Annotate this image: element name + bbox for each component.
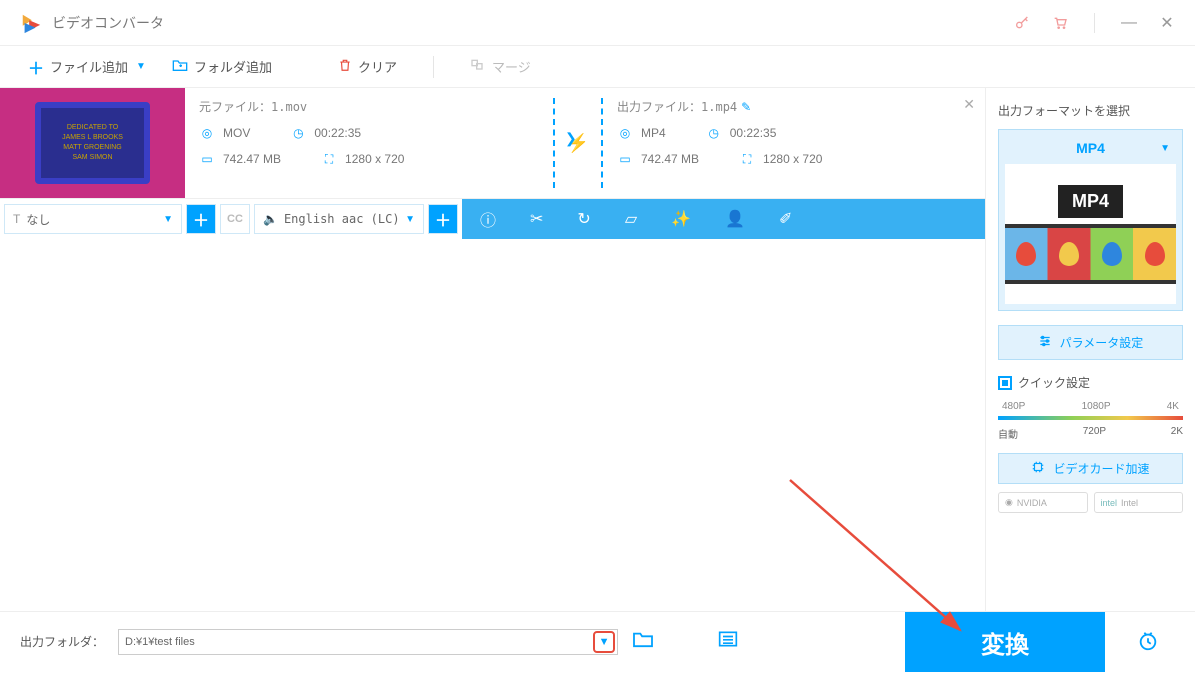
selected-format: MP4 xyxy=(1076,140,1105,156)
convert-arrow: ❯ ⚡ xyxy=(553,98,603,188)
remove-file-button[interactable]: ✕ xyxy=(963,96,975,113)
output-resolution: 1280 x 720 xyxy=(763,152,822,166)
sliders-icon xyxy=(1038,334,1052,351)
parameter-settings-button[interactable]: パラメータ設定 xyxy=(998,325,1183,360)
audio-dropdown[interactable]: 🔈 English aac (LC) ▼ xyxy=(254,204,424,234)
merge-button[interactable]: マージ xyxy=(462,53,539,80)
dimensions-icon: ⛶ xyxy=(739,151,755,167)
audio-value: English aac (LC) xyxy=(284,212,400,226)
source-duration: 00:22:35 xyxy=(314,126,361,140)
rotate-icon[interactable]: ↻ xyxy=(577,209,590,229)
merge-label: マージ xyxy=(492,57,531,76)
text-icon: T xyxy=(13,212,20,226)
folder-icon: ▭ xyxy=(199,151,215,167)
output-size: 742.47 MB xyxy=(641,152,699,166)
crop-icon[interactable]: ▱ xyxy=(625,209,637,229)
clock-icon: ◷ xyxy=(706,125,722,141)
output-duration: 00:22:35 xyxy=(730,126,777,140)
edit-tool-strip: ⓘ ✂ ↻ ▱ ✨ 👤 ✐ xyxy=(462,199,985,239)
chip-icon xyxy=(1031,460,1045,477)
format-preview: MP4 xyxy=(1005,164,1176,304)
intel-badge: intelIntel xyxy=(1094,492,1184,513)
output-format: MP4 xyxy=(641,126,666,140)
add-folder-label: フォルダ追加 xyxy=(194,57,272,76)
clock-icon: ◷ xyxy=(290,125,306,141)
add-file-button[interactable]: ＋ ファイル追加 ▼ xyxy=(20,51,154,83)
dimensions-icon: ⛶ xyxy=(321,151,337,167)
speaker-icon: 🔈 xyxy=(263,212,278,226)
close-button[interactable]: ✕ xyxy=(1159,15,1175,31)
parameter-settings-label: パラメータ設定 xyxy=(1060,334,1144,351)
chevron-down-icon: ▼ xyxy=(163,214,173,225)
cart-icon[interactable] xyxy=(1052,15,1068,31)
chevron-down-icon: ▼ xyxy=(1160,143,1170,154)
app-logo-icon xyxy=(20,12,42,34)
output-folder-field[interactable]: D:¥1¥test files ▼ xyxy=(118,629,618,655)
watermark-icon[interactable]: 👤 xyxy=(725,209,745,229)
resolution-scale-top: 480P 1080P 4K xyxy=(998,401,1183,412)
resolution-scale-bottom: 自動 720P 2K xyxy=(998,426,1183,441)
subtitle-edit-icon[interactable]: ✐ xyxy=(779,209,792,229)
output-folder-value: D:¥1¥test files xyxy=(125,636,195,648)
clear-button[interactable]: クリア xyxy=(330,53,405,80)
open-folder-button[interactable] xyxy=(632,630,654,653)
list-view-button[interactable] xyxy=(718,630,738,653)
add-audio-button[interactable]: ＋ xyxy=(428,204,458,234)
add-subtitle-button[interactable]: ＋ xyxy=(186,204,216,234)
merge-icon xyxy=(470,58,486,75)
convert-label: 変換 xyxy=(981,625,1029,660)
minimize-button[interactable]: — xyxy=(1121,15,1137,31)
trash-icon xyxy=(338,58,352,75)
output-folder-dropdown[interactable]: ▼ xyxy=(593,631,615,653)
output-format-card[interactable]: MP4 ▼ MP4 xyxy=(998,129,1183,311)
file-item: DEDICATED TO JAMES L BROOKS MATT GROENIN… xyxy=(0,88,985,199)
clear-label: クリア xyxy=(358,57,397,76)
thumbnail-text: DEDICATED TO JAMES L BROOKS MATT GROENIN… xyxy=(62,123,123,162)
nvidia-badge: ◉NVIDIA xyxy=(998,492,1088,513)
quick-settings-label: クイック設定 xyxy=(1018,374,1090,391)
schedule-button[interactable] xyxy=(1137,630,1159,658)
plus-icon: ＋ xyxy=(28,55,44,79)
gpu-acceleration-button[interactable]: ビデオカード加速 xyxy=(998,453,1183,484)
chevron-down-icon: ▼ xyxy=(405,214,415,225)
resolution-slider[interactable] xyxy=(998,416,1183,420)
cut-icon[interactable]: ✂ xyxy=(530,209,543,229)
source-resolution: 1280 x 720 xyxy=(345,152,404,166)
convert-button[interactable]: 変換 xyxy=(905,612,1105,672)
info-icon[interactable]: ⓘ xyxy=(480,207,496,231)
folder-icon: ▭ xyxy=(617,151,633,167)
output-file-name: 1.mp4 xyxy=(701,100,737,114)
effects-icon[interactable]: ✨ xyxy=(671,209,691,229)
cc-button[interactable]: CC xyxy=(220,204,250,234)
output-format-title: 出力フォーマットを選択 xyxy=(998,102,1183,119)
add-file-label: ファイル追加 xyxy=(50,57,128,76)
source-size: 742.47 MB xyxy=(223,152,281,166)
mp4-badge: MP4 xyxy=(1058,185,1123,218)
source-format: MOV xyxy=(223,126,250,140)
subtitle-dropdown[interactable]: T なし ▼ xyxy=(4,204,182,234)
subtitle-value: なし xyxy=(26,211,50,228)
separator xyxy=(433,56,434,78)
gpu-acceleration-label: ビデオカード加速 xyxy=(1053,460,1149,477)
app-title: ビデオコンバータ xyxy=(52,13,1014,33)
key-icon[interactable] xyxy=(1014,15,1030,31)
source-file-label: 元ファイル： xyxy=(199,100,271,114)
disc-icon: ◎ xyxy=(617,125,633,141)
quick-settings-title: クイック設定 xyxy=(998,374,1183,391)
output-folder-label: 出力フォルダ： xyxy=(20,633,104,650)
disc-icon: ◎ xyxy=(199,125,215,141)
edit-name-button[interactable]: ✎ xyxy=(741,100,751,114)
source-file-name: 1.mov xyxy=(271,100,307,114)
output-file-label: 出力ファイル： xyxy=(617,100,701,114)
add-folder-button[interactable]: フォルダ追加 xyxy=(164,53,280,80)
video-thumbnail[interactable]: DEDICATED TO JAMES L BROOKS MATT GROENIN… xyxy=(0,88,185,198)
chevron-down-icon: ▼ xyxy=(136,61,146,72)
folder-plus-icon xyxy=(172,58,188,75)
